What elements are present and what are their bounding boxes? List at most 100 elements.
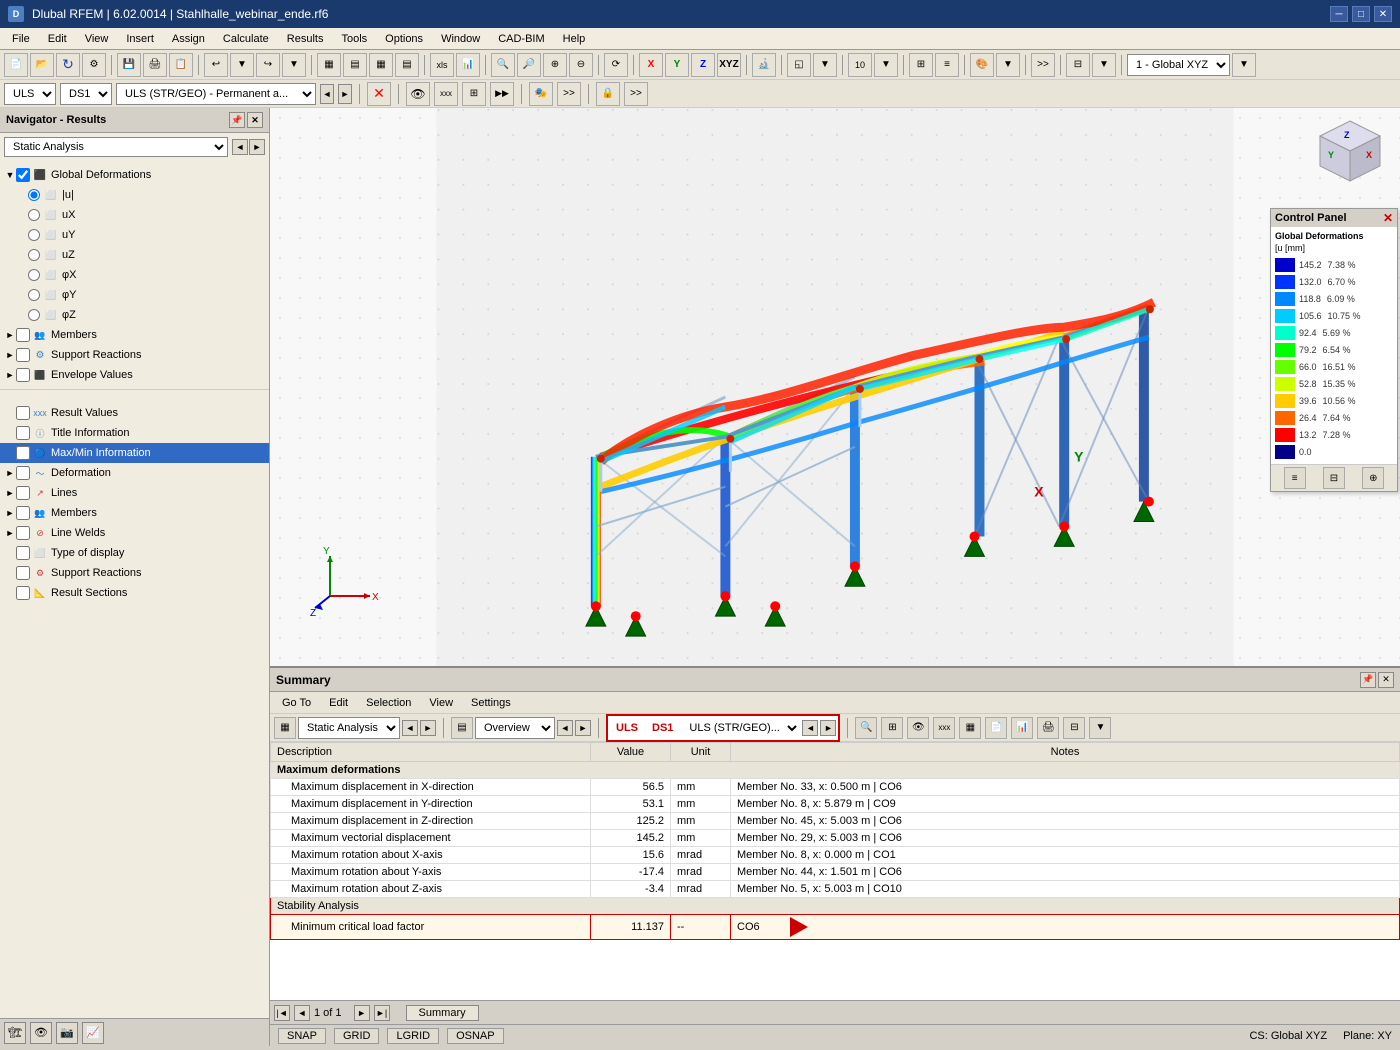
summary-uls-desc-combo[interactable]: ULS (STR/GEO)... [681,717,800,739]
tree-item-support-reactions2[interactable]: ⚙ Support Reactions [0,563,269,583]
grid-btn[interactable]: GRID [334,1028,380,1044]
tb-filter-drop[interactable]: ▼ [1092,53,1116,77]
ds-combo[interactable]: DS1 [60,83,112,105]
tree-item-u-abs[interactable]: ⬜ |u| [0,185,269,205]
uls-combo[interactable]: ULS [4,83,56,105]
cp-close-btn[interactable]: ✕ [1383,211,1393,225]
tb-refresh[interactable]: ↻ [56,53,80,77]
sidebar-pin[interactable]: 📌 [229,112,245,128]
summary-tb-icon7[interactable]: ▦ [959,717,981,739]
sidebar-close[interactable]: ✕ [247,112,263,128]
tb-open[interactable]: 📂 [30,53,54,77]
radio-phiy[interactable] [28,289,40,301]
menu-insert[interactable]: Insert [118,31,162,47]
summary-menu-view[interactable]: View [421,695,461,711]
check-result-values[interactable] [16,406,30,420]
expand-global-deformations[interactable]: ▼ [4,169,16,181]
summary-tb-icon12[interactable]: ▼ [1089,717,1111,739]
tb-print2[interactable]: 📋 [169,53,193,77]
check-support-reactions[interactable] [16,348,30,362]
sb-structure-icon[interactable]: 🏗 [4,1022,26,1044]
maximize-button[interactable]: □ [1352,6,1370,22]
tb-redo[interactable]: ↪ [256,53,280,77]
check-line-welds[interactable] [16,526,30,540]
tb-settings[interactable]: ⚙ [82,53,106,77]
summary-tb-icon5[interactable]: 👁 [907,717,929,739]
check-result-sections[interactable] [16,586,30,600]
summary-nav-prev2[interactable]: ◄ [557,720,573,736]
radio-phix[interactable] [28,269,40,281]
tree-item-max-min-information[interactable]: 🔵 Max/Min Information [0,443,269,463]
cp-btn1[interactable]: ≡ [1284,467,1306,489]
page-last-btn[interactable]: ►| [374,1005,390,1021]
tb-export2[interactable]: 📊 [456,53,480,77]
tree-item-support-reactions[interactable]: ► ⚙ Support Reactions [0,345,269,365]
cp-btn3[interactable]: ⊕ [1362,467,1384,489]
summary-tab[interactable]: Summary [406,1005,479,1021]
lc-next[interactable]: ► [338,84,352,104]
summary-tb-icon11[interactable]: ⊟ [1063,717,1085,739]
radio-ux[interactable] [28,209,40,221]
check-envelope-values[interactable] [16,368,30,382]
filter-next[interactable]: ► [249,139,265,155]
tb-view1[interactable]: ◱ [787,53,811,77]
check-type-of-display[interactable] [16,546,30,560]
check-title-information[interactable] [16,426,30,440]
tree-item-result-values[interactable]: xxx Result Values [0,403,269,423]
expand-envelope-values[interactable]: ► [4,369,16,381]
summary-tb-icon8[interactable]: 📄 [985,717,1007,739]
summary-tb-icon9[interactable]: 📊 [1011,717,1033,739]
summary-tb-icon6[interactable]: xxx [933,717,955,739]
check-max-min-information[interactable] [16,446,30,460]
tb-drop1[interactable]: ▼ [813,53,837,77]
tree-item-members2[interactable]: ► 👥 Members [0,503,269,523]
sb-chart-icon[interactable]: 📈 [82,1022,104,1044]
expand-line-welds[interactable]: ► [4,527,16,539]
expand-deformation[interactable]: ► [4,467,16,479]
tb-xyz[interactable]: XYZ [717,53,741,77]
summary-analysis-combo[interactable]: Static Analysis [298,717,400,739]
page-next-btn[interactable]: ► [354,1005,370,1021]
snap-btn[interactable]: SNAP [278,1028,326,1044]
summary-tb-icon4[interactable]: ⊞ [881,717,903,739]
tb-undo[interactable]: ↩ [204,53,228,77]
menu-results[interactable]: Results [279,31,332,47]
tb-xxx[interactable]: xxx [434,82,458,106]
tb-scope[interactable]: 🔬 [752,53,776,77]
tb-more2[interactable]: >> [557,82,581,106]
tree-item-type-of-display[interactable]: ⬜ Type of display [0,543,269,563]
tb-misc1[interactable]: ⊞ [909,53,933,77]
tb-more[interactable]: >> [1031,53,1055,77]
summary-menu-edit[interactable]: Edit [321,695,356,711]
tb-zoom2[interactable]: 🔎 [517,53,541,77]
tb-color-drop[interactable]: ▼ [996,53,1020,77]
tree-item-title-information[interactable]: ⓘ Title Information [0,423,269,443]
summary-overview-combo[interactable]: Overview [475,717,555,739]
tb-zoom4[interactable]: ⊖ [569,53,593,77]
tb-x-mark[interactable]: ✕ [367,82,391,106]
check-deformation[interactable] [16,466,30,480]
tb-zoom3[interactable]: ⊕ [543,53,567,77]
tb-num-drop[interactable]: ▼ [874,53,898,77]
filter-prev[interactable]: ◄ [232,139,248,155]
lgrid-btn[interactable]: LGRID [387,1028,439,1044]
tb-redo-drop[interactable]: ▼ [282,53,306,77]
global-xyz-combo[interactable]: 1 - Global XYZ [1127,54,1230,76]
summary-tb-icon1[interactable]: ▦ [274,717,296,739]
lc-desc-combo[interactable]: ULS (STR/GEO) - Permanent a... [116,83,316,105]
tree-item-phiz[interactable]: ⬜ φZ [0,305,269,325]
summary-tb-icon3[interactable]: 🔍 [855,717,877,739]
summary-tb-icon2[interactable]: ▤ [451,717,473,739]
tb-table3[interactable]: ▦ [369,53,393,77]
tb-xyz-drop[interactable]: ▼ [1232,53,1256,77]
tb-table4[interactable]: ▤ [395,53,419,77]
summary-menu-selection[interactable]: Selection [358,695,419,711]
tree-item-envelope-values[interactable]: ► ⬛ Envelope Values [0,365,269,385]
tb-zoom1[interactable]: 🔍 [491,53,515,77]
tb-undo-drop[interactable]: ▼ [230,53,254,77]
tb-more3[interactable]: >> [624,82,648,106]
minimize-button[interactable]: ─ [1330,6,1348,22]
tb-z[interactable]: Z [691,53,715,77]
check-members2[interactable] [16,506,30,520]
view-cube[interactable]: X Y Z [1310,116,1390,196]
